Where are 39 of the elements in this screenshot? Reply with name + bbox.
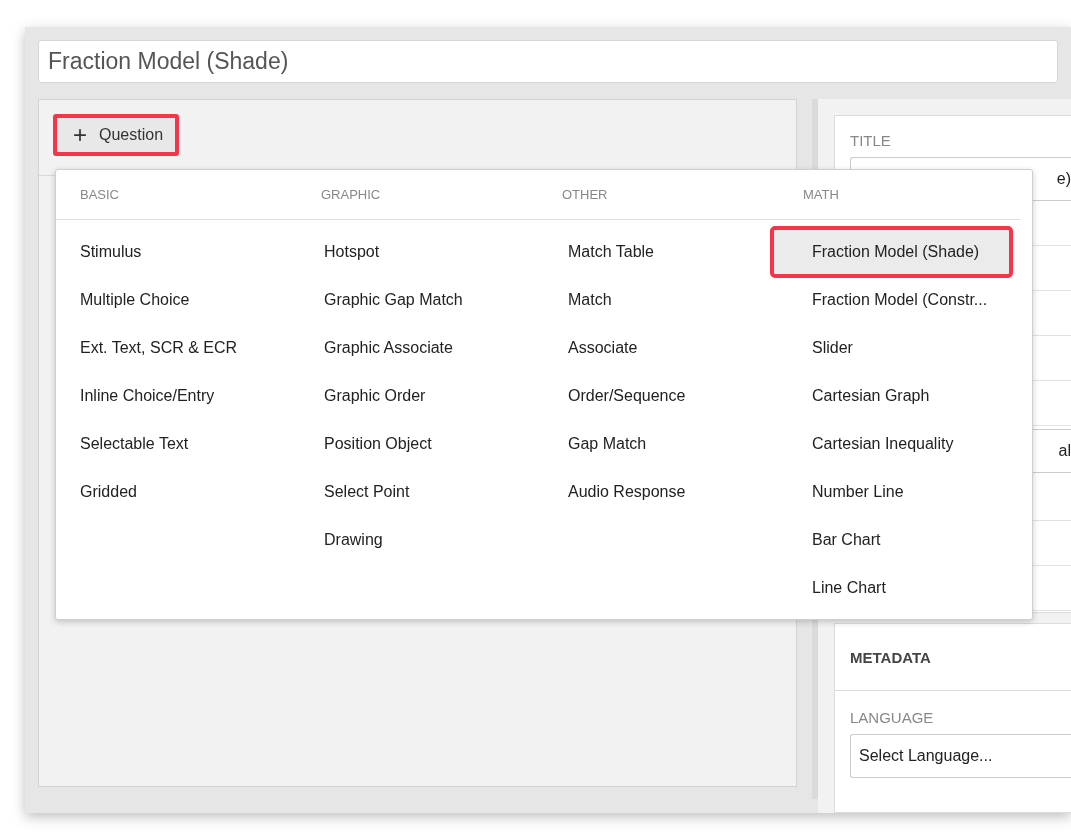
category-heading: BASIC <box>80 187 119 202</box>
input-text: e) <box>1056 170 1071 188</box>
menu-item[interactable]: Ext. Text, SCR & ECR <box>56 324 246 372</box>
menu-item[interactable]: Graphic Order <box>300 372 434 420</box>
menu-item[interactable]: Gap Match <box>544 420 655 468</box>
menu-item[interactable]: Slider <box>788 324 861 372</box>
menu-item[interactable]: Fraction Model (Constr... <box>788 276 996 324</box>
menu-item[interactable]: Graphic Gap Match <box>300 276 471 324</box>
menu-item[interactable]: Match <box>544 276 620 324</box>
add-question-button[interactable]: + Question <box>53 114 180 156</box>
menu-item[interactable]: Gridded <box>56 468 145 516</box>
language-select[interactable]: Select Language... <box>850 734 1071 778</box>
menu-item[interactable]: Fraction Model (Shade) <box>772 228 1012 276</box>
menu-item[interactable]: Inline Choice/Entry <box>56 372 223 420</box>
category-heading: GRAPHIC <box>321 187 381 202</box>
menu-item[interactable]: Audio Response <box>544 468 694 516</box>
language-label: LANGUAGE <box>850 709 935 726</box>
menu-item[interactable]: Match Table <box>544 228 662 276</box>
menu-item[interactable]: Multiple Choice <box>56 276 198 324</box>
menu-item[interactable]: Associate <box>544 324 646 372</box>
title-field[interactable]: Fraction Model (Shade) <box>38 40 1058 83</box>
menu-item[interactable]: Select Point <box>300 468 418 516</box>
field-label: TITLE <box>850 132 892 149</box>
menu-item[interactable]: Hotspot <box>300 228 388 276</box>
menu-item[interactable]: Selectable Text <box>56 420 197 468</box>
menu-item[interactable]: Graphic Associate <box>300 324 461 372</box>
menu-item[interactable]: Cartesian Inequality <box>788 420 962 468</box>
menu-item[interactable]: Order/Sequence <box>544 372 694 420</box>
menu-item[interactable]: Drawing <box>300 516 391 564</box>
menu-item[interactable]: Position Object <box>300 420 440 468</box>
metadata-heading: METADATA <box>835 624 1071 691</box>
input-text: al <box>1058 442 1071 460</box>
menu-item[interactable]: Line Chart <box>788 564 894 612</box>
menu-item[interactable]: Bar Chart <box>788 516 889 564</box>
menu-item[interactable]: Cartesian Graph <box>788 372 938 420</box>
category-heading: OTHER <box>562 187 608 202</box>
menu-item[interactable]: Stimulus <box>56 228 150 276</box>
category-heading: MATH <box>803 187 839 202</box>
menu-item[interactable]: Number Line <box>788 468 912 516</box>
